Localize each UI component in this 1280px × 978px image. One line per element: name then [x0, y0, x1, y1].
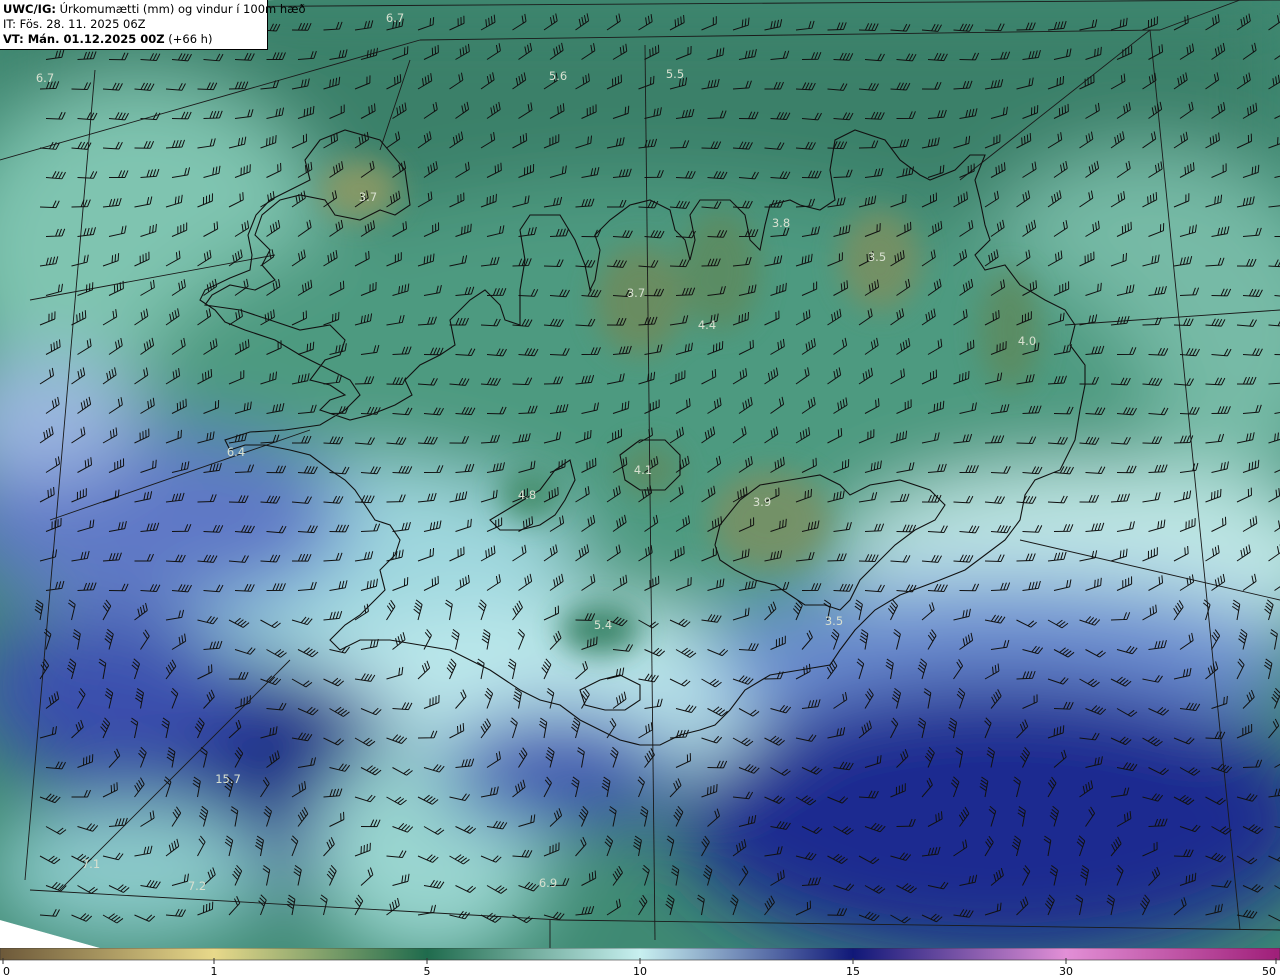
value-label: 5.4	[594, 618, 612, 632]
colorbar-tick-label: 15	[846, 965, 860, 978]
value-label: 5.6	[549, 69, 567, 83]
value-label: 3.7	[627, 286, 645, 300]
value-label: 3.5	[868, 250, 886, 264]
value-label: 6.4	[227, 445, 245, 459]
colorbar-ticks: 0 1 5 10 15 30 50	[2, 958, 1277, 978]
value-label: 6.9	[539, 876, 557, 890]
product-line: UWC/IG: Úrkomumætti (mm) og vindur í 100…	[3, 2, 306, 17]
value-label: 7.1	[82, 857, 100, 871]
value-label: 6.7	[386, 11, 404, 25]
colorbar: 0 1 5 10 15 30 50	[0, 948, 1280, 978]
colorbar-tick-label: 50	[1262, 965, 1276, 978]
value-label: 4.0	[1018, 334, 1036, 348]
lead-time: (+66 h)	[168, 32, 213, 46]
product-title: Úrkomumætti (mm) og vindur í 100m hæð	[59, 2, 306, 16]
value-label: 4.4	[698, 318, 716, 332]
value-label: 4.1	[634, 463, 652, 477]
value-label: 3.9	[753, 495, 771, 509]
value-label: 6.7	[36, 71, 54, 85]
value-label: 3.8	[772, 216, 790, 230]
value-label: 3.7	[359, 190, 377, 204]
value-label: 15.7	[215, 772, 241, 786]
valid-time-line: VT: Mán. 01.12.2025 00Z (+66 h)	[3, 32, 264, 47]
value-label: 5.5	[666, 67, 684, 81]
colorbar-tick-label: 30	[1059, 965, 1073, 978]
issue-time: IT: Fös. 28. 11. 2025 06Z	[3, 17, 146, 31]
valid-time: VT: Mán. 01.12.2025 00Z	[3, 32, 165, 46]
value-label: 7.2	[188, 879, 206, 893]
precipitable-water-map: 6.7 6.7 5.6 5.5 3.7 3.8 3.5 3.7 4.4 4.0 6.4 4.1 4.8 3…	[0, 0, 1280, 948]
map-info-box: UWC/IG: Úrkomumætti (mm) og vindur í 100…	[0, 0, 306, 50]
colorbar-tick-label: 0	[3, 965, 10, 978]
colorbar-tick-label: 1	[211, 965, 218, 978]
colorbar-tick-label: 10	[633, 965, 647, 978]
colorbar-tick-label: 5	[424, 965, 431, 978]
product-code: UWC/IG:	[3, 2, 56, 16]
value-label: 3.5	[825, 614, 843, 628]
value-label: 4.8	[518, 488, 536, 502]
